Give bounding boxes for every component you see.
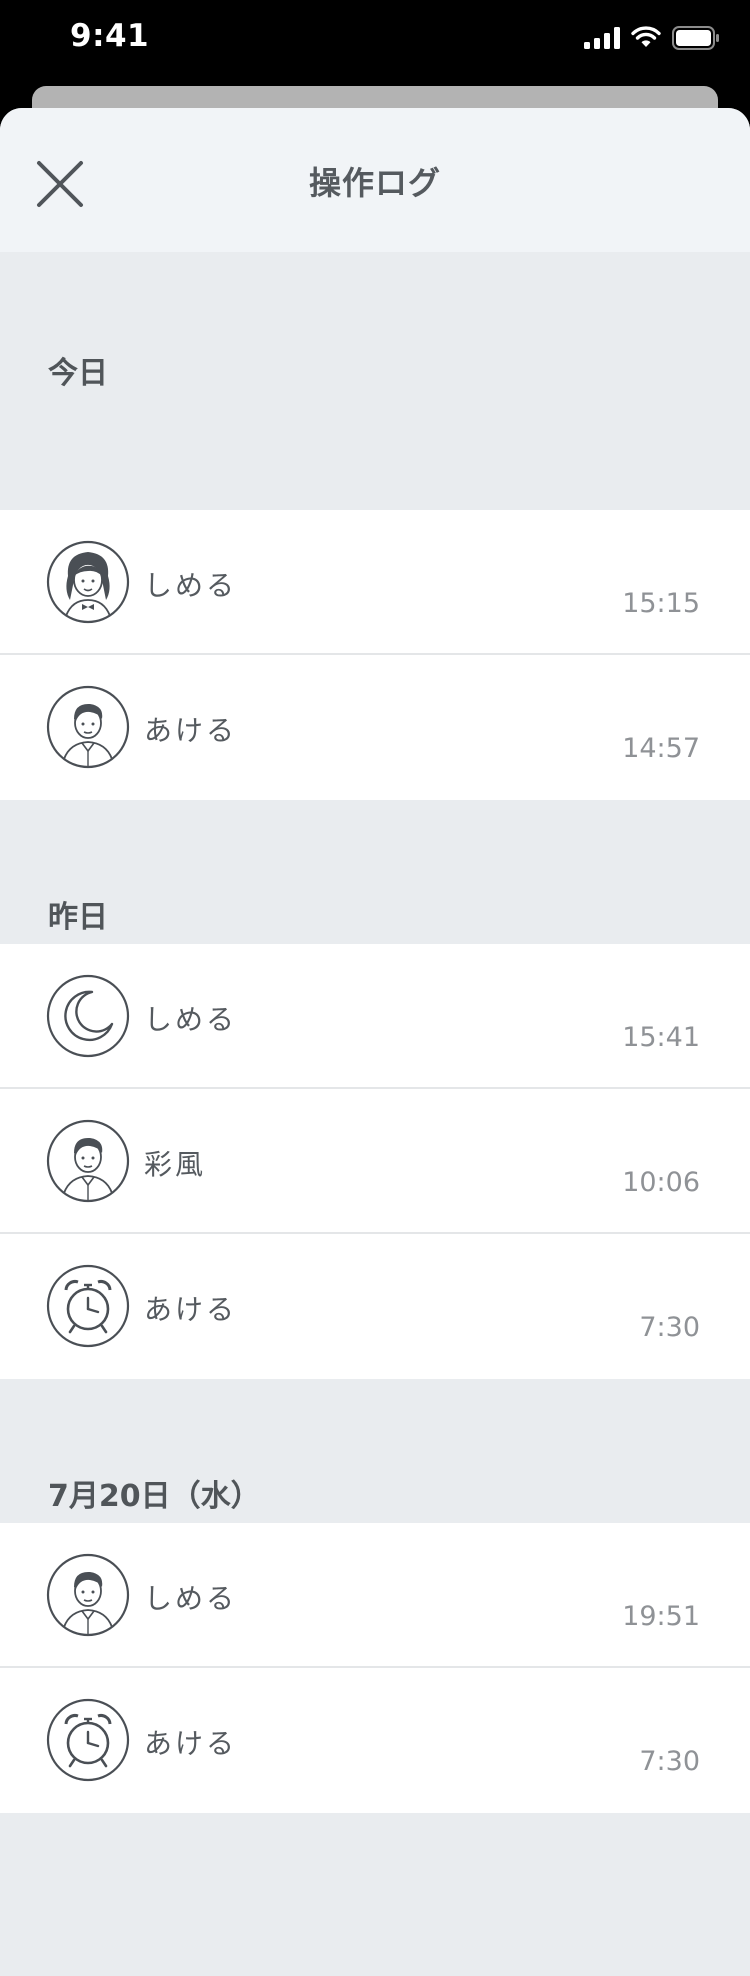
battery-icon: [672, 26, 719, 50]
sheet-header: 操作ログ: [0, 108, 750, 252]
log-row[interactable]: 彩風 10:06: [0, 1089, 750, 1234]
wifi-icon: [631, 26, 661, 47]
log-row[interactable]: しめる 19:51: [0, 1523, 750, 1668]
log-time: 15:41: [622, 1022, 700, 1053]
log-action: しめる: [144, 1003, 238, 1036]
man-avatar-icon: [46, 685, 130, 769]
log-time: 7:30: [639, 1312, 700, 1343]
log-time: 7:30: [639, 1746, 700, 1777]
log-row[interactable]: しめる 15:15: [0, 510, 750, 655]
log-time: 14:57: [622, 733, 700, 764]
status-bar: 9:41: [0, 0, 750, 80]
alarm-clock-icon: [46, 1698, 130, 1782]
log-row[interactable]: しめる 15:41: [0, 944, 750, 1089]
page-title: 操作ログ: [308, 164, 441, 202]
section-label: 7月20日（水）: [48, 1479, 261, 1514]
log-row[interactable]: あける 7:30: [0, 1668, 750, 1813]
log-action: あける: [144, 1727, 238, 1760]
log-time: 10:06: [622, 1167, 700, 1198]
alarm-clock-icon: [46, 1264, 130, 1348]
log-action: しめる: [144, 1582, 238, 1615]
log-action: しめる: [144, 569, 238, 602]
moon-icon: [46, 974, 130, 1058]
log-action: あける: [144, 1293, 238, 1326]
status-icons: [584, 24, 720, 52]
log-action: 彩風: [144, 1148, 207, 1181]
section-label: 今日: [48, 356, 108, 391]
man-avatar-icon: [46, 1553, 130, 1637]
woman-avatar-icon: [46, 540, 130, 624]
section-label: 昨日: [48, 900, 108, 935]
operation-log-sheet: 操作ログ 今日 しめる 15:15 あける 14:57 昨日 しめる 15:41…: [0, 108, 750, 1976]
log-time: 15:15: [622, 588, 700, 619]
signal-icon: [584, 27, 620, 49]
status-time: 9:41: [70, 18, 150, 54]
log-action: あける: [144, 714, 238, 747]
man-avatar-icon: [46, 1119, 130, 1203]
log-time: 19:51: [622, 1601, 700, 1632]
log-row[interactable]: あける 7:30: [0, 1234, 750, 1379]
log-row[interactable]: あける 14:57: [0, 655, 750, 800]
